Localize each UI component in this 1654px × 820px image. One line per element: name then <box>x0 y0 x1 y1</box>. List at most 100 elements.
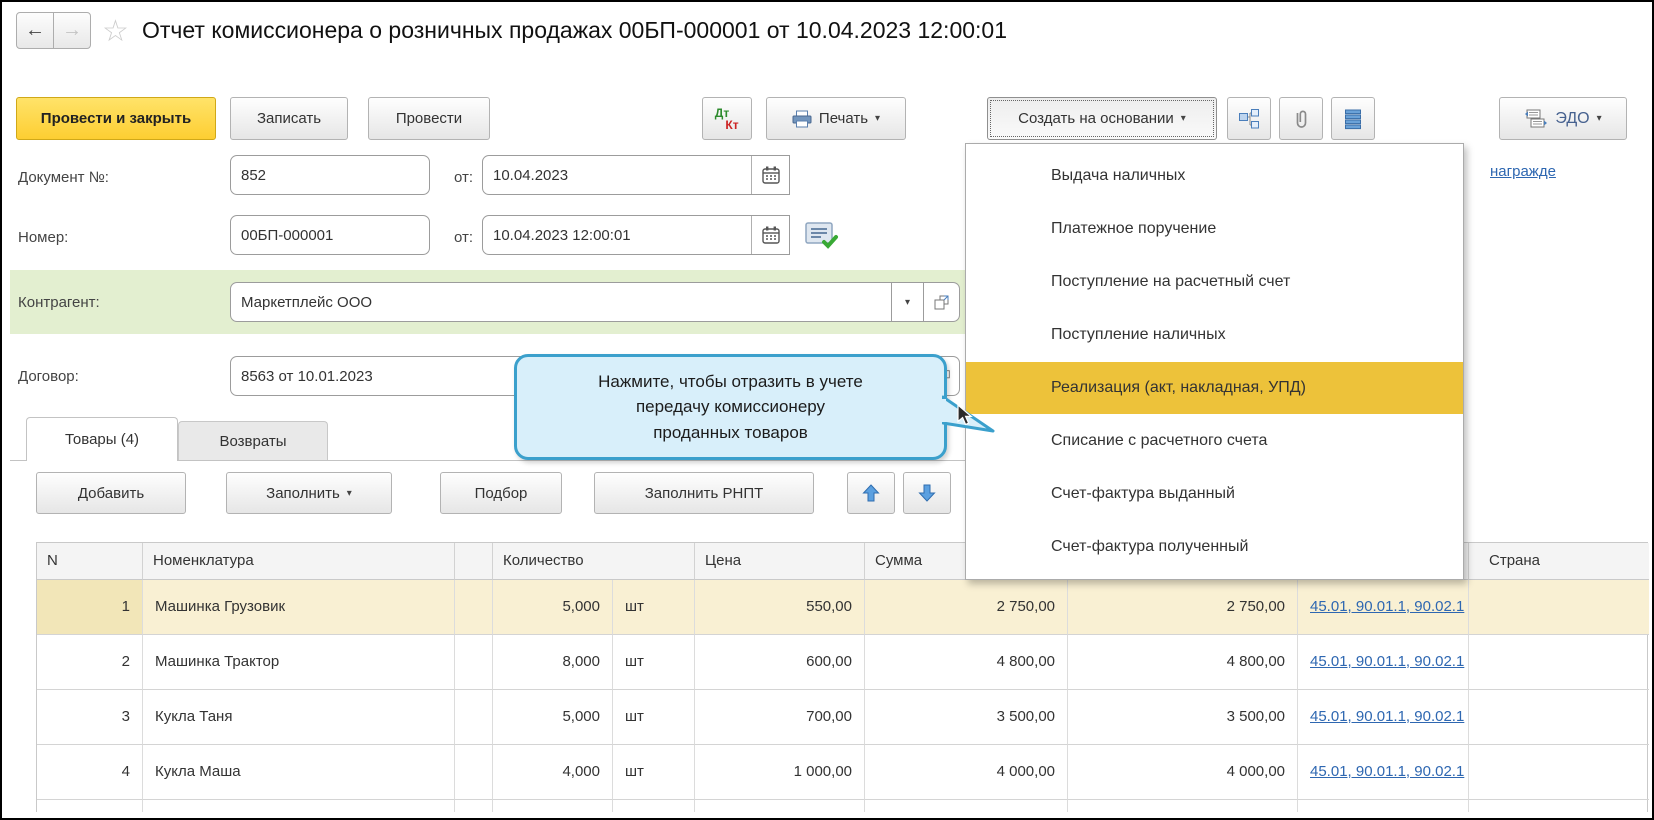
tab-goods[interactable]: Товары (4) <box>26 417 178 461</box>
cell-price[interactable]: 600,00 <box>695 635 865 690</box>
add-row-button[interactable]: Добавить <box>36 472 186 514</box>
table-row[interactable]: 4 Кукла Маша 4,000 шт 1 000,00 4 000,00 … <box>37 745 1647 800</box>
forward-button[interactable]: → <box>53 12 91 49</box>
menu-item-writeoff-from-account[interactable]: Списание с расчетного счета <box>966 414 1463 467</box>
col-header-price[interactable]: Цена <box>695 543 865 580</box>
create-based-on-menu: Выдача наличных Платежное поручение Пост… <box>965 143 1464 580</box>
col-header-country[interactable]: Страна <box>1469 543 1649 580</box>
number-input[interactable] <box>230 215 430 255</box>
cell-price[interactable]: 1 000,00 <box>695 745 865 800</box>
save-button[interactable]: Записать <box>230 97 348 140</box>
cell-qty[interactable]: 5,000 <box>493 690 613 745</box>
create-based-on-label: Создать на основании <box>1018 110 1174 127</box>
number-date-input[interactable] <box>482 215 790 255</box>
cell-unit[interactable]: шт <box>613 580 695 635</box>
cell-nomenclature[interactable]: Кукла Маша <box>143 745 455 800</box>
doc-no-input[interactable] <box>230 155 430 195</box>
edo-button[interactable]: ЭДО ▾ <box>1499 97 1627 140</box>
create-based-on-button[interactable]: Создать на основании ▾ <box>987 97 1217 140</box>
menu-item-cash-withdrawal[interactable]: Выдача наличных <box>966 150 1463 203</box>
cell-sum[interactable]: 2 750,00 <box>865 580 1068 635</box>
menu-item-realization[interactable]: Реализация (акт, накладная, УПД) <box>966 362 1463 415</box>
accounts-link[interactable]: 45.01, 90.01.1, 90.02.1 <box>1310 763 1464 780</box>
move-row-down-button[interactable] <box>903 472 951 514</box>
counterparty-dropdown-button[interactable]: ▾ <box>892 282 924 322</box>
col-header-qty[interactable]: Количество <box>493 543 695 580</box>
menu-item-cash-receipt[interactable]: Поступление наличных <box>966 309 1463 362</box>
cell-qty[interactable]: 8,000 <box>493 635 613 690</box>
page-title: Отчет комиссионера о розничных продажах … <box>142 17 1007 44</box>
number-label: Номер: <box>18 229 68 246</box>
cell-blank <box>455 635 493 690</box>
pick-label: Подбор <box>475 485 528 502</box>
accounts-link[interactable]: 45.01, 90.01.1, 90.02.1 <box>1310 653 1464 670</box>
accounts-link[interactable]: 45.01, 90.01.1, 90.02.1 <box>1310 598 1464 615</box>
back-button[interactable]: ← <box>16 12 54 49</box>
fill-button[interactable]: Заполнить ▾ <box>226 472 392 514</box>
table-row[interactable]: 1 Машинка Грузовик 5,000 шт 550,00 2 750… <box>37 580 1647 635</box>
cell-sum[interactable]: 4 800,00 <box>865 635 1068 690</box>
move-row-up-button[interactable] <box>847 472 895 514</box>
print-button[interactable]: Печать ▾ <box>766 97 906 140</box>
edo-label: ЭДО <box>1555 110 1589 128</box>
col-header-nomenclature[interactable]: Номенклатура <box>143 543 455 580</box>
menu-item-invoice-received[interactable]: Счет-фактура полученный <box>966 520 1463 573</box>
from-label-2: от: <box>454 229 473 246</box>
cell-country[interactable] <box>1469 745 1649 800</box>
cell-nomenclature[interactable]: Кукла Таня <box>143 690 455 745</box>
related-documents-icon <box>1238 108 1260 130</box>
tooltip-line: проданных товаров <box>653 420 808 446</box>
cell-total[interactable]: 4 800,00 <box>1068 635 1298 690</box>
arrow-down-icon <box>917 483 937 503</box>
counterparty-input[interactable] <box>230 282 892 322</box>
cell-price[interactable]: 550,00 <box>695 580 865 635</box>
menu-item-receipt-to-account[interactable]: Поступление на расчетный счет <box>966 256 1463 309</box>
tab-returns[interactable]: Возвраты <box>178 421 328 460</box>
tooltip-line: Нажмите, чтобы отразить в учете <box>598 369 863 395</box>
cell-unit[interactable]: шт <box>613 690 695 745</box>
accounts-link[interactable]: 45.01, 90.01.1, 90.02.1 <box>1310 708 1464 725</box>
menu-item-invoice-issued[interactable]: Счет-фактура выданный <box>966 467 1463 520</box>
pick-button[interactable]: Подбор <box>440 472 562 514</box>
cell-unit[interactable]: шт <box>613 745 695 800</box>
calendar-icon <box>762 226 780 244</box>
menu-item-payment-order[interactable]: Платежное поручение <box>966 203 1463 256</box>
cell-country[interactable] <box>1469 580 1649 635</box>
counterparty-open-button[interactable] <box>924 282 960 322</box>
doc-date-input[interactable] <box>482 155 790 195</box>
dt-kt-postings-button[interactable]: Дт Кт <box>702 97 752 140</box>
attachments-button[interactable] <box>1279 97 1323 140</box>
cell-unit[interactable]: шт <box>613 635 695 690</box>
kt-icon: Кт <box>725 119 738 131</box>
related-documents-button[interactable] <box>1227 97 1271 140</box>
cell-n: 2 <box>37 635 143 690</box>
table-row[interactable]: 3 Кукла Таня 5,000 шт 700,00 3 500,00 3 … <box>37 690 1647 745</box>
paperclip-icon <box>1291 108 1311 130</box>
doc-date-calendar-button[interactable] <box>751 156 789 194</box>
number-date-calendar-button[interactable] <box>751 216 789 254</box>
post-and-close-button[interactable]: Провести и закрыть <box>16 97 216 140</box>
cell-total[interactable]: 4 000,00 <box>1068 745 1298 800</box>
calendar-icon <box>762 166 780 184</box>
fill-rnpt-button[interactable]: Заполнить РНПТ <box>594 472 814 514</box>
cell-total[interactable]: 3 500,00 <box>1068 690 1298 745</box>
cell-country[interactable] <box>1469 635 1649 690</box>
commission-reward-link[interactable]: награжде <box>1490 163 1556 180</box>
post-button[interactable]: Провести <box>368 97 490 140</box>
cell-price[interactable]: 700,00 <box>695 690 865 745</box>
cell-blank <box>455 745 493 800</box>
open-form-icon <box>933 293 951 311</box>
table-row[interactable]: 2 Машинка Трактор 8,000 шт 600,00 4 800,… <box>37 635 1647 690</box>
col-header-n[interactable]: N <box>37 543 143 580</box>
cell-qty[interactable]: 5,000 <box>493 580 613 635</box>
chevron-down-icon: ▾ <box>875 113 880 124</box>
cell-nomenclature[interactable]: Машинка Грузовик <box>143 580 455 635</box>
cell-sum[interactable]: 4 000,00 <box>865 745 1068 800</box>
cell-sum[interactable]: 3 500,00 <box>865 690 1068 745</box>
cell-qty[interactable]: 4,000 <box>493 745 613 800</box>
favorites-star-icon[interactable]: ☆ <box>102 14 129 49</box>
cell-nomenclature[interactable]: Машинка Трактор <box>143 635 455 690</box>
cell-country[interactable] <box>1469 690 1649 745</box>
cell-total[interactable]: 2 750,00 <box>1068 580 1298 635</box>
registers-list-button[interactable] <box>1331 97 1375 140</box>
